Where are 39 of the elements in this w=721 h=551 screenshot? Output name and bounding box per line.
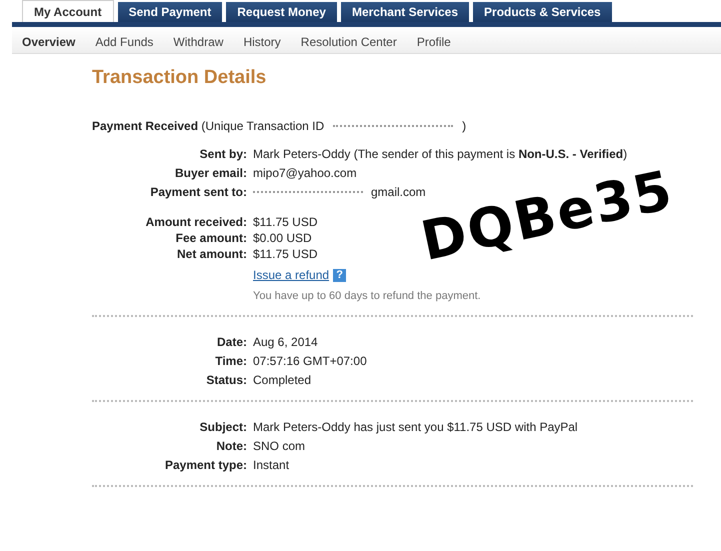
- field-label: Sent by:: [198, 147, 247, 161]
- field-value: $11.75 USD: [253, 247, 318, 261]
- nav-tab[interactable]: Send Payment: [118, 2, 222, 22]
- field-label: Net amount:: [176, 247, 247, 261]
- subnav-link[interactable]: History: [243, 34, 281, 48]
- field-value: mipo7@yahoo.com: [253, 166, 357, 180]
- field-label: Payment sent to:: [149, 185, 247, 199]
- subnav-link[interactable]: Resolution Center: [300, 34, 397, 48]
- nav-tab[interactable]: Merchant Services: [340, 2, 470, 22]
- field-label: Time:: [214, 354, 247, 368]
- field-value: 07:57:16 GMT+07:00: [253, 354, 367, 368]
- field-label: Fee amount:: [174, 231, 247, 245]
- field-value: Mark Peters-Oddy has just sent you $11.75 USD with PayPal: [253, 420, 578, 434]
- field-value: Instant: [253, 458, 290, 472]
- field-label: Amount received:: [144, 215, 247, 229]
- nav-tab[interactable]: My Account: [22, 0, 114, 22]
- page-title: Transaction Details: [92, 67, 268, 89]
- subnav-link[interactable]: Add Funds: [95, 34, 154, 48]
- closing-paren: ): [462, 119, 466, 133]
- field-value: SNO com: [253, 439, 306, 453]
- field-label: Date:: [216, 335, 247, 349]
- subnav-link[interactable]: Withdraw: [173, 34, 224, 48]
- field-value: Aug 6, 2014: [253, 335, 318, 349]
- subnav-link[interactable]: Overview: [22, 34, 76, 48]
- subnav-link[interactable]: Profile: [416, 34, 451, 48]
- field-value: gmail.com: [371, 185, 426, 199]
- transaction-heading: Payment Received (Unique Transaction ID: [92, 119, 324, 133]
- nav-tab[interactable]: Request Money: [226, 2, 337, 22]
- field-label: Subject:: [198, 420, 247, 434]
- field-label: Buyer email:: [174, 166, 247, 180]
- field-value: Mark Peters-Oddy (The sender of this payment is Non-U.S. - Verified): [253, 147, 628, 161]
- field-label: Payment type:: [164, 458, 247, 472]
- field-label: Note:: [215, 439, 247, 453]
- refund-note: You have up to 60 days to refund the payment.: [253, 290, 482, 302]
- refund-link[interactable]: Issue a refund: [253, 268, 330, 282]
- nav-tab[interactable]: Products & Services: [473, 2, 612, 22]
- field-value: Completed: [253, 373, 312, 387]
- field-label: Status:: [205, 373, 247, 387]
- help-icon[interactable]: ?: [333, 268, 346, 282]
